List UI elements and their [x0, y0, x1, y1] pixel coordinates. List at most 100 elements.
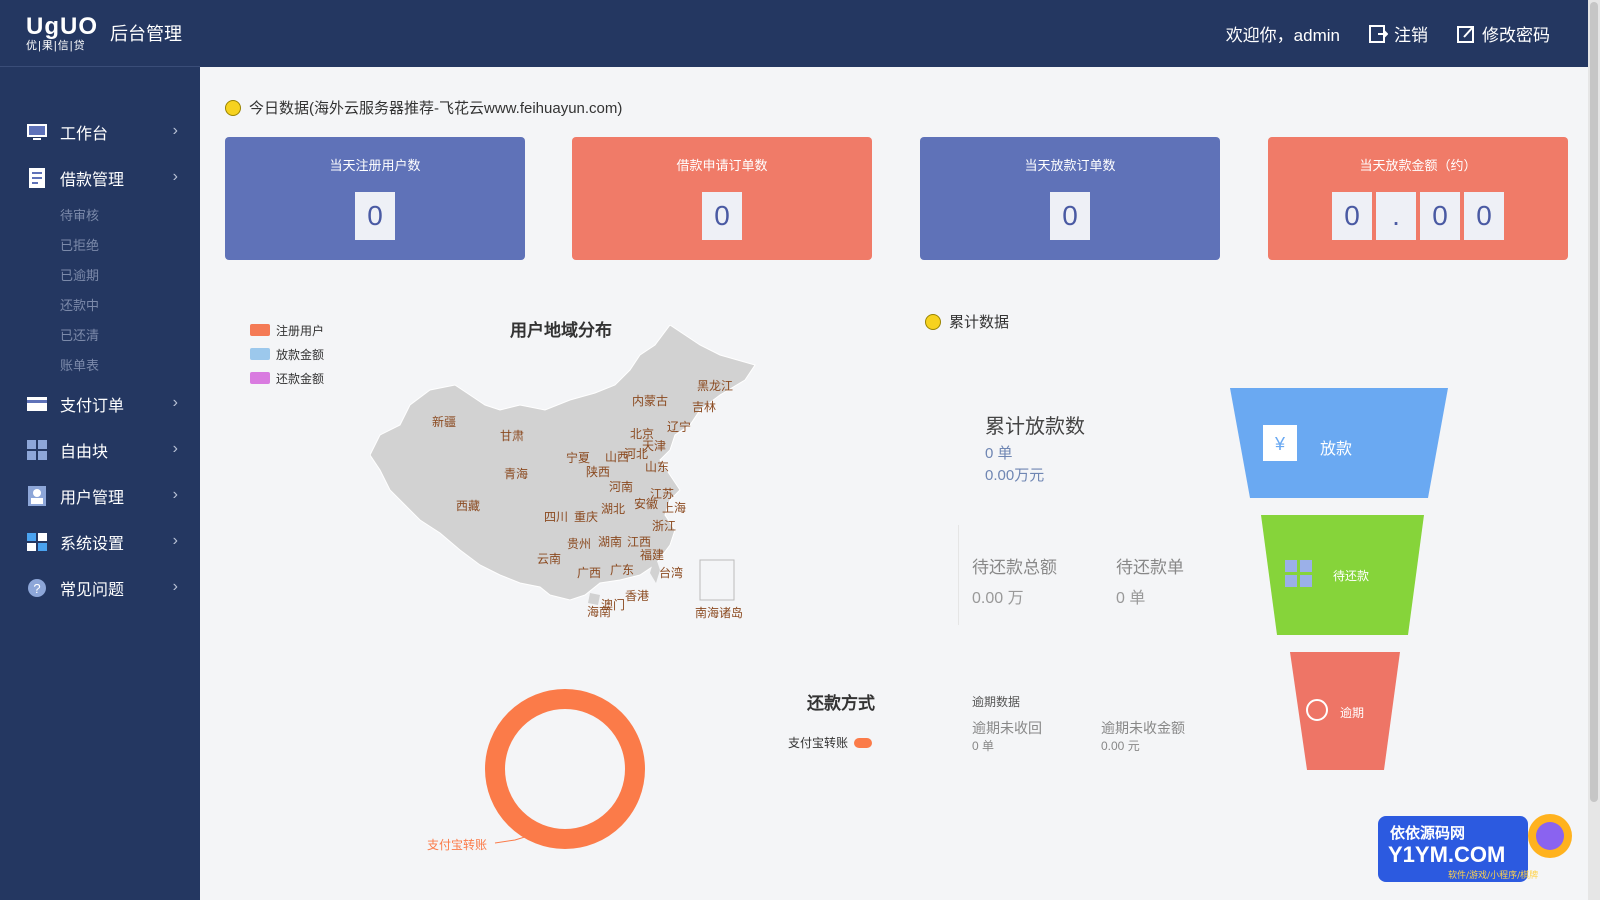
province-label: 辽宁 — [667, 420, 692, 434]
sidebar-item-free-block[interactable]: 自由块 › — [0, 427, 200, 473]
sidebar-item-loans[interactable]: 借款管理 › — [0, 155, 200, 201]
logo: UgUO 优|果|信|贷 后台管理 — [0, 0, 200, 67]
logout-icon — [1369, 24, 1388, 43]
province-label: 重庆 — [574, 510, 599, 524]
legend-item[interactable]: 还款金额 — [250, 366, 324, 390]
chevron-right-icon: › — [172, 578, 178, 595]
pending-orders-label: 待还款单 — [1116, 558, 1184, 577]
province-label: 广西 — [577, 566, 602, 580]
province-label: 吉林 — [692, 400, 717, 414]
watermark-line1: 依依源码网 — [1390, 824, 1465, 842]
change-password-button[interactable]: 修改密码 — [1456, 21, 1550, 46]
legend-swatch — [250, 324, 270, 336]
user-icon — [26, 485, 48, 507]
question-icon: ? — [26, 577, 48, 599]
legend-label: 注册用户 — [276, 323, 325, 338]
province-label: 黑龙江 — [697, 379, 734, 393]
overdue-title: 逾期数据 — [972, 695, 1021, 709]
bullet-icon — [225, 99, 241, 116]
chevron-right-icon: › — [172, 394, 178, 411]
card-digits: 0 — [225, 192, 525, 240]
sidebar-sub-paid-off[interactable]: 已还清 — [0, 321, 200, 351]
map-legend: 注册用户 放款金额 还款金额 — [250, 318, 324, 390]
legend-item[interactable]: 注册用户 — [250, 318, 324, 342]
chevron-right-icon: › — [172, 486, 178, 503]
province-label: 台湾 — [659, 566, 684, 580]
sidebar-sub-bills[interactable]: 账单表 — [0, 351, 200, 381]
grid-icon — [1300, 560, 1312, 572]
watermark-line3: 软件/游戏/小程序/棋牌 — [1448, 869, 1538, 881]
slice-leader-line — [494, 835, 529, 844]
windows-icon — [26, 531, 48, 553]
sidebar-sub-rejected[interactable]: 已拒绝 — [0, 231, 200, 261]
watermark-logo: 依依源码网 Y1YM.COM 软件/游戏/小程序/棋牌 — [1378, 814, 1572, 882]
pending-orders-value: 0 单 — [1116, 590, 1146, 607]
card-loan-applications: 借款申请订单数 0 — [572, 137, 872, 260]
province-label: 青海 — [504, 467, 529, 481]
card-label: 当天放款金额（约） — [1359, 158, 1477, 173]
legend-label: 放款金额 — [276, 347, 325, 362]
change-password-label: 修改密码 — [1482, 26, 1550, 45]
china-map[interactable] — [370, 325, 760, 625]
welcome-text: 欢迎你，admin — [1225, 26, 1340, 45]
slice-label: 支付宝转账 — [427, 838, 488, 852]
funnel-label-pending: 待还款 — [1333, 569, 1370, 583]
legend-swatch — [250, 348, 270, 360]
chevron-right-icon: › — [172, 122, 178, 139]
brand-sub: 优|果|信|贷 — [26, 39, 86, 52]
sidebar-sub-overdue[interactable]: 已逾期 — [0, 261, 200, 291]
province-label: 内蒙古 — [632, 394, 669, 408]
card-new-users: 当天注册用户数 0 — [225, 137, 525, 260]
watermark-line2: Y1YM.COM — [1388, 842, 1505, 867]
svg-text:¥: ¥ — [1274, 434, 1286, 454]
brand-main: UgUO — [26, 12, 98, 40]
province-label: 安徽 — [634, 497, 659, 511]
logout-button[interactable]: 注销 — [1368, 21, 1428, 46]
sidebar-item-payment-orders[interactable]: 支付订单 › — [0, 381, 200, 427]
card-label: 当天注册用户数 — [329, 158, 421, 173]
today-section-title: 今日数据(海外云服务器推荐-飞花云www.feihuayun.com) — [225, 97, 622, 118]
grid-icon — [1300, 575, 1312, 587]
card-digits: 0 — [572, 192, 872, 240]
pending-total-value: 0.00 万 — [972, 590, 1024, 607]
digit: 0 — [1464, 192, 1504, 240]
sidebar-item-settings[interactable]: 系统设置 › — [0, 519, 200, 565]
repay-legend-item[interactable]: 支付宝转账 — [788, 734, 873, 751]
sidebar-item-label: 支付订单 — [60, 398, 125, 415]
legend-item[interactable]: 放款金额 — [250, 342, 324, 366]
province-label: 湖北 — [601, 502, 626, 516]
sidebar-item-label: 用户管理 — [60, 490, 125, 507]
digit: 0 — [1050, 192, 1090, 240]
ring-slices — [485, 689, 645, 849]
sidebar-item-label: 借款管理 — [60, 172, 125, 189]
chevron-right-icon: › — [172, 532, 178, 549]
digit: 0 — [1420, 192, 1460, 240]
total-loans-label: 累计放款数 — [985, 416, 1085, 438]
repay-method-title: 还款方式 — [807, 694, 875, 713]
digit: 0 — [1332, 192, 1372, 240]
province-label: 新疆 — [432, 415, 457, 429]
province-label: 河南 — [609, 480, 634, 494]
sidebar-sub-repaying[interactable]: 还款中 — [0, 291, 200, 321]
funnel-label-overdue: 逾期 — [1340, 706, 1365, 720]
legend-label: 还款金额 — [276, 371, 325, 386]
card-disbursed-amount: 当天放款金额（约） 0 . 0 0 — [1268, 137, 1568, 260]
scrollbar-thumb[interactable] — [1590, 2, 1598, 802]
divider — [958, 525, 959, 625]
total-loans-amount: 0.00万元 — [985, 467, 1045, 484]
pending-total-label: 待还款总额 — [972, 558, 1057, 577]
overdue-uncollected-value: 0.00 元 — [1101, 739, 1140, 753]
legend-swatch — [250, 372, 270, 384]
ring-slice-0[interactable] — [485, 689, 645, 849]
card-digits: 0 — [920, 192, 1220, 240]
monitor-icon — [26, 121, 48, 143]
sidebar-item-faq[interactable]: ? 常见问题 › — [0, 565, 200, 611]
province-label: 云南 — [537, 552, 562, 566]
chevron-right-icon: › — [172, 440, 178, 457]
sidebar-item-workbench[interactable]: 工作台 › — [0, 109, 200, 155]
sidebar-item-users[interactable]: 用户管理 › — [0, 473, 200, 519]
today-title-text: 今日数据(海外云服务器推荐-飞花云www.feihuayun.com) — [249, 100, 623, 117]
province-label: 西藏 — [456, 499, 481, 513]
scrollbar[interactable] — [1588, 0, 1600, 900]
sidebar-sub-pending-review[interactable]: 待审核 — [0, 201, 200, 231]
